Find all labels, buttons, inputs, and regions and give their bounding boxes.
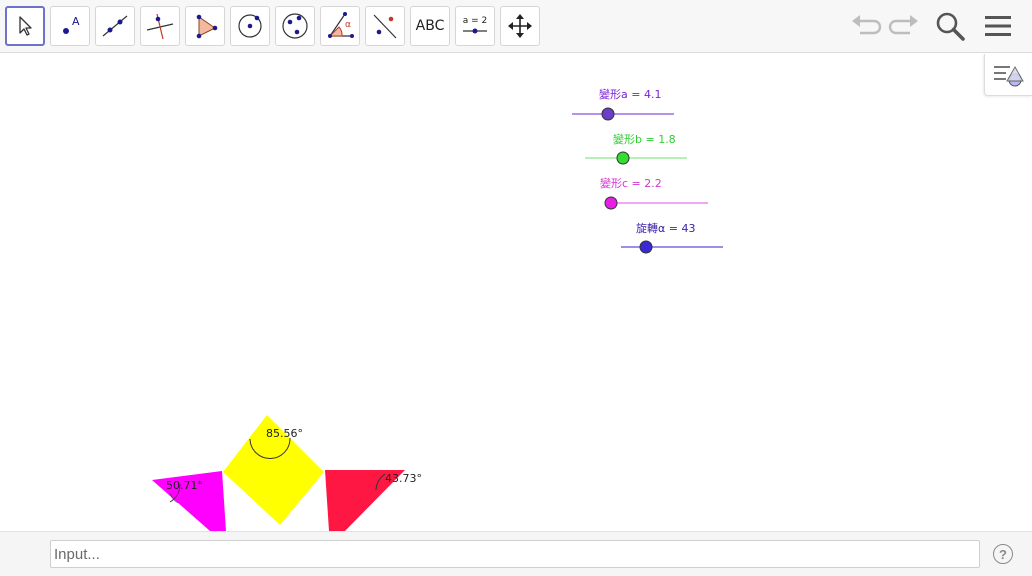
undo-icon xyxy=(852,15,882,35)
ellipse-icon xyxy=(282,13,308,39)
point-icon: A xyxy=(63,15,80,34)
input-help-button[interactable]: ? xyxy=(993,544,1013,564)
slider-rotation-handle[interactable] xyxy=(639,240,653,254)
text-tool-label: ABC xyxy=(415,18,445,34)
main-menu-button[interactable] xyxy=(980,8,1016,44)
reflect-tool-button[interactable] xyxy=(365,6,405,46)
circle-center-point-icon xyxy=(238,14,262,38)
slider-rotation-label: 旋轉α = 43 xyxy=(636,222,696,235)
cursor-arrow-icon xyxy=(19,16,32,36)
graphics-canvas xyxy=(152,107,723,531)
slider-tool-button[interactable]: a = 2 xyxy=(455,6,495,46)
angle-tool-button[interactable]: α xyxy=(320,6,360,46)
toolbar: A α ABC a = 2 xyxy=(0,0,1032,53)
slider-c-label: 變形c = 2.2 xyxy=(600,177,662,190)
svg-text:A: A xyxy=(72,15,80,28)
slider-c-handle[interactable] xyxy=(604,196,618,210)
angle-label-top: 85.56° xyxy=(266,427,303,440)
search-button[interactable] xyxy=(932,8,968,44)
redo-button[interactable] xyxy=(886,8,922,44)
slider-icon: a = 2 xyxy=(463,16,488,34)
polygon-tool-button[interactable] xyxy=(185,6,225,46)
svg-text:a = 2: a = 2 xyxy=(463,16,488,26)
move-graphics-tool-button[interactable] xyxy=(500,6,540,46)
perpendicular-line-icon xyxy=(146,13,174,40)
line-icon xyxy=(102,15,128,37)
redo-icon xyxy=(888,15,918,35)
reflect-about-line-icon xyxy=(373,14,397,39)
hamburger-menu-icon xyxy=(985,16,1011,36)
ellipse-tool-button[interactable] xyxy=(275,6,315,46)
input-bar: ? xyxy=(0,531,1032,576)
slider-a-label: 變形a = 4.1 xyxy=(599,88,662,101)
perpendicular-line-tool-button[interactable] xyxy=(140,6,180,46)
move-graphics-view-icon xyxy=(508,14,532,38)
graphics-view[interactable]: 變形a = 4.1 變形b = 1.8 變形c = 2.2 旋轉α = 43 8… xyxy=(0,54,1032,531)
slider-a-handle[interactable] xyxy=(601,107,615,121)
angle-label-left: 50.71° xyxy=(166,479,203,492)
search-icon xyxy=(936,12,965,41)
angle-label-right: 43.73° xyxy=(385,472,422,485)
point-tool-button[interactable]: A xyxy=(50,6,90,46)
slider-b-handle[interactable] xyxy=(616,151,630,165)
undo-button[interactable] xyxy=(848,8,884,44)
text-tool-button[interactable]: ABC xyxy=(410,6,450,46)
geogebra-app: A α ABC a = 2 變形a = 4.1 變形b = 1.8 變形c = … xyxy=(0,0,1032,576)
algebra-input-field[interactable] xyxy=(50,540,980,568)
line-tool-button[interactable] xyxy=(95,6,135,46)
slider-b-label: 變形b = 1.8 xyxy=(613,133,676,146)
svg-text:α: α xyxy=(345,20,351,30)
polygon-icon xyxy=(196,14,218,39)
move-tool-button[interactable] xyxy=(5,6,45,46)
angle-icon: α xyxy=(328,12,354,38)
circle-tool-button[interactable] xyxy=(230,6,270,46)
